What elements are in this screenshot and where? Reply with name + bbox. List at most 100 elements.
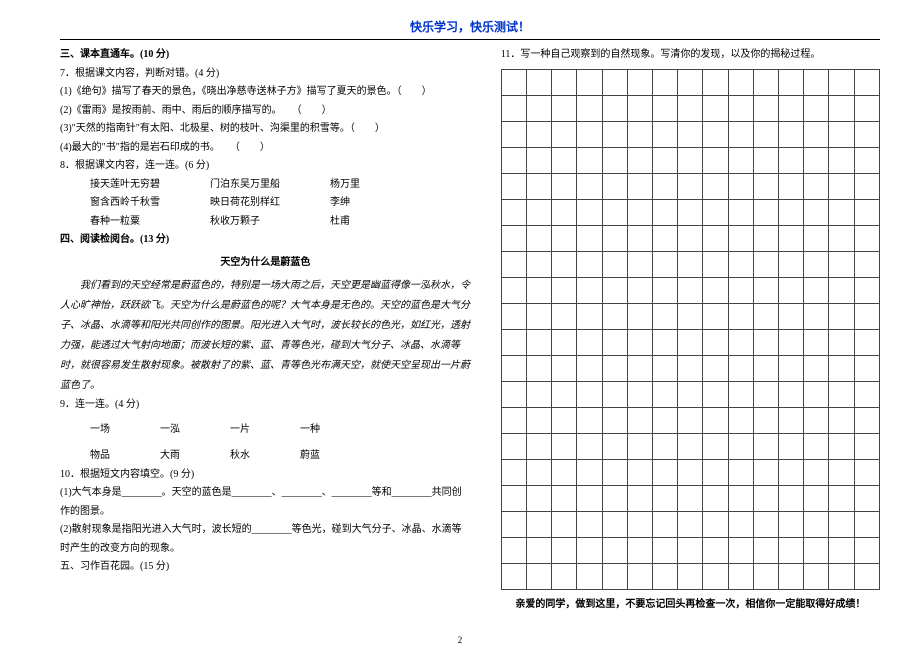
- grid-cell[interactable]: [854, 537, 879, 563]
- grid-cell[interactable]: [602, 459, 627, 485]
- grid-cell[interactable]: [501, 95, 526, 121]
- grid-cell[interactable]: [627, 225, 652, 251]
- grid-cell[interactable]: [627, 459, 652, 485]
- grid-cell[interactable]: [552, 459, 577, 485]
- grid-cell[interactable]: [627, 277, 652, 303]
- grid-cell[interactable]: [728, 329, 753, 355]
- grid-cell[interactable]: [728, 199, 753, 225]
- grid-cell[interactable]: [501, 199, 526, 225]
- grid-cell[interactable]: [678, 95, 703, 121]
- grid-cell[interactable]: [653, 537, 678, 563]
- grid-cell[interactable]: [627, 199, 652, 225]
- grid-cell[interactable]: [829, 537, 854, 563]
- grid-cell[interactable]: [703, 407, 728, 433]
- grid-cell[interactable]: [577, 329, 602, 355]
- grid-cell[interactable]: [728, 173, 753, 199]
- grid-cell[interactable]: [552, 355, 577, 381]
- grid-cell[interactable]: [501, 251, 526, 277]
- grid-cell[interactable]: [829, 277, 854, 303]
- grid-cell[interactable]: [678, 485, 703, 511]
- grid-cell[interactable]: [804, 173, 829, 199]
- grid-cell[interactable]: [602, 95, 627, 121]
- grid-cell[interactable]: [501, 303, 526, 329]
- grid-cell[interactable]: [552, 329, 577, 355]
- grid-cell[interactable]: [678, 563, 703, 589]
- grid-cell[interactable]: [753, 537, 778, 563]
- grid-cell[interactable]: [627, 173, 652, 199]
- grid-cell[interactable]: [854, 225, 879, 251]
- grid-cell[interactable]: [602, 485, 627, 511]
- grid-cell[interactable]: [854, 407, 879, 433]
- grid-cell[interactable]: [577, 537, 602, 563]
- grid-cell[interactable]: [602, 121, 627, 147]
- grid-cell[interactable]: [854, 329, 879, 355]
- grid-cell[interactable]: [779, 407, 804, 433]
- grid-cell[interactable]: [753, 355, 778, 381]
- grid-cell[interactable]: [804, 147, 829, 173]
- grid-cell[interactable]: [552, 173, 577, 199]
- grid-cell[interactable]: [854, 381, 879, 407]
- grid-cell[interactable]: [854, 303, 879, 329]
- grid-cell[interactable]: [653, 381, 678, 407]
- grid-cell[interactable]: [804, 199, 829, 225]
- grid-cell[interactable]: [577, 433, 602, 459]
- grid-cell[interactable]: [527, 407, 552, 433]
- grid-cell[interactable]: [779, 355, 804, 381]
- grid-cell[interactable]: [854, 511, 879, 537]
- grid-cell[interactable]: [501, 225, 526, 251]
- grid-cell[interactable]: [501, 485, 526, 511]
- grid-cell[interactable]: [552, 147, 577, 173]
- grid-cell[interactable]: [527, 251, 552, 277]
- grid-cell[interactable]: [653, 225, 678, 251]
- grid-cell[interactable]: [703, 459, 728, 485]
- grid-cell[interactable]: [779, 173, 804, 199]
- grid-cell[interactable]: [804, 459, 829, 485]
- grid-cell[interactable]: [552, 199, 577, 225]
- grid-cell[interactable]: [804, 225, 829, 251]
- writing-grid[interactable]: [501, 69, 880, 590]
- grid-cell[interactable]: [653, 355, 678, 381]
- grid-cell[interactable]: [703, 329, 728, 355]
- grid-cell[interactable]: [602, 537, 627, 563]
- grid-cell[interactable]: [527, 511, 552, 537]
- grid-cell[interactable]: [501, 173, 526, 199]
- grid-cell[interactable]: [653, 511, 678, 537]
- grid-cell[interactable]: [703, 95, 728, 121]
- grid-cell[interactable]: [678, 121, 703, 147]
- grid-cell[interactable]: [627, 251, 652, 277]
- grid-cell[interactable]: [854, 199, 879, 225]
- grid-cell[interactable]: [577, 407, 602, 433]
- grid-cell[interactable]: [829, 485, 854, 511]
- grid-cell[interactable]: [829, 199, 854, 225]
- grid-cell[interactable]: [703, 121, 728, 147]
- grid-cell[interactable]: [627, 407, 652, 433]
- grid-cell[interactable]: [854, 121, 879, 147]
- grid-cell[interactable]: [728, 563, 753, 589]
- grid-cell[interactable]: [653, 69, 678, 95]
- grid-cell[interactable]: [552, 303, 577, 329]
- grid-cell[interactable]: [501, 511, 526, 537]
- grid-cell[interactable]: [527, 199, 552, 225]
- grid-cell[interactable]: [753, 173, 778, 199]
- grid-cell[interactable]: [602, 381, 627, 407]
- grid-cell[interactable]: [779, 563, 804, 589]
- grid-cell[interactable]: [779, 121, 804, 147]
- grid-cell[interactable]: [829, 511, 854, 537]
- grid-cell[interactable]: [501, 147, 526, 173]
- grid-cell[interactable]: [552, 121, 577, 147]
- grid-cell[interactable]: [829, 459, 854, 485]
- grid-cell[interactable]: [627, 303, 652, 329]
- grid-cell[interactable]: [653, 485, 678, 511]
- grid-cell[interactable]: [653, 121, 678, 147]
- grid-cell[interactable]: [753, 329, 778, 355]
- grid-cell[interactable]: [829, 225, 854, 251]
- grid-cell[interactable]: [753, 407, 778, 433]
- grid-cell[interactable]: [728, 225, 753, 251]
- grid-cell[interactable]: [703, 173, 728, 199]
- grid-cell[interactable]: [527, 69, 552, 95]
- grid-cell[interactable]: [627, 121, 652, 147]
- grid-cell[interactable]: [527, 459, 552, 485]
- grid-cell[interactable]: [703, 511, 728, 537]
- grid-cell[interactable]: [753, 459, 778, 485]
- grid-cell[interactable]: [779, 69, 804, 95]
